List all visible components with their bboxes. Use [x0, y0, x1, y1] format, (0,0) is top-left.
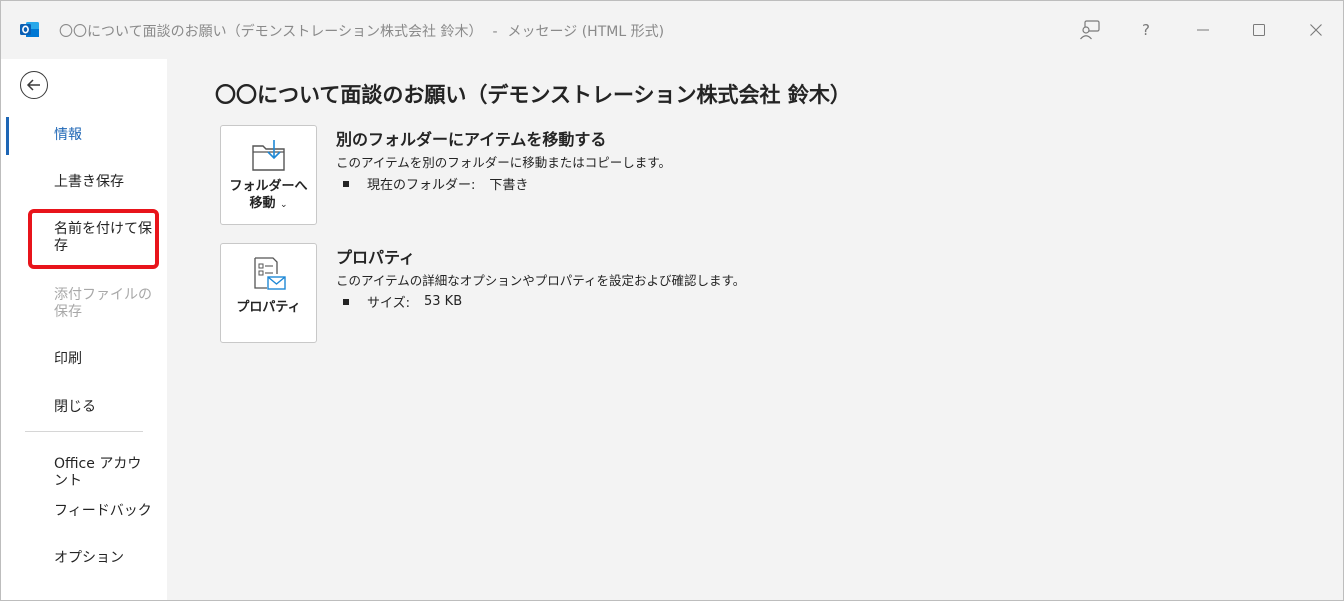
outlook-icon — [20, 22, 39, 37]
properties-section-description: このアイテムの詳細なオプションやプロパティを設定および確認します。 — [336, 273, 746, 288]
close-icon[interactable] — [1301, 15, 1331, 45]
title-subject: 〇〇について面談のお願い（デモンストレーション株式会社 鈴木） — [59, 24, 483, 40]
size-value: 53 KB — [424, 294, 463, 309]
move-button-label-line2: 移動 ⌄ — [221, 195, 316, 214]
properties-button[interactable]: プロパティ — [220, 243, 317, 343]
nav-item-save-attachments[interactable]: 添付ファイルの保存 — [1, 287, 167, 321]
current-folder-value: 下書き — [489, 178, 529, 193]
minimize-icon[interactable] — [1188, 15, 1218, 45]
help-icon[interactable]: ? — [1131, 15, 1161, 45]
nav-item-close[interactable]: 閉じる — [1, 399, 167, 416]
title-window-type: メッセージ (HTML 形式) — [507, 24, 665, 40]
properties-section-title: プロパティ — [336, 248, 416, 267]
title-bar: 〇〇について面談のお願い（デモンストレーション株式会社 鈴木） - メッセージ (H… — [1, 1, 1343, 59]
outlook-window: 〇〇について面談のお願い（デモンストレーション株式会社 鈴木） - メッセージ (H… — [0, 0, 1344, 601]
size-key: サイズ: — [367, 296, 410, 311]
page-title: 〇〇について面談のお願い（デモンストレーション株式会社 鈴木） — [215, 83, 851, 107]
nav-item-info[interactable]: 情報 — [1, 127, 167, 144]
nav-item-feedback[interactable]: フィードバック — [1, 503, 167, 520]
nav-divider — [25, 431, 143, 432]
move-section-title: 別のフォルダーにアイテムを移動する — [336, 130, 607, 149]
move-to-folder-icon — [252, 140, 285, 171]
save-as-highlight — [28, 209, 159, 269]
current-folder-info: 現在のフォルダー: 下書き — [343, 174, 528, 193]
nav-item-office-account[interactable]: Office アカウント — [1, 456, 167, 490]
bullet-icon — [343, 180, 349, 187]
coaching-glyph — [1080, 20, 1100, 40]
back-button[interactable] — [20, 71, 48, 99]
title-separator: - — [492, 24, 498, 40]
chevron-down-icon: ⌄ — [280, 200, 288, 210]
size-info: サイズ: 53 KB — [343, 292, 462, 311]
move-section-description: このアイテムを別のフォルダーに移動またはコピーします。 — [336, 155, 672, 170]
nav-item-print[interactable]: 印刷 — [1, 351, 167, 368]
move-to-folder-button[interactable]: フォルダーへ 移動 ⌄ — [220, 125, 317, 225]
coaching-icon[interactable] — [1075, 15, 1105, 45]
nav-item-options[interactable]: オプション — [1, 550, 167, 567]
move-button-label-line1: フォルダーへ — [229, 179, 308, 194]
nav-item-save[interactable]: 上書き保存 — [1, 174, 167, 191]
properties-button-label: プロパティ — [236, 300, 301, 315]
move-button-label-text: 移動 — [249, 196, 276, 211]
properties-icon — [254, 257, 286, 290]
current-folder-key: 現在のフォルダー: — [367, 178, 476, 193]
window-title: 〇〇について面談のお願い（デモンストレーション株式会社 鈴木） - メッセージ (H… — [59, 21, 664, 41]
info-pane: 〇〇について面談のお願い（デモンストレーション株式会社 鈴木） フォルダーへ 移… — [167, 59, 1343, 600]
maximize-icon[interactable] — [1244, 15, 1274, 45]
back-arrow-icon — [26, 79, 40, 91]
bullet-icon — [343, 298, 349, 305]
backstage-sidebar: 情報 上書き保存 名前を付けて保存 添付ファイルの保存 印刷 閉じる Offic… — [1, 59, 167, 600]
